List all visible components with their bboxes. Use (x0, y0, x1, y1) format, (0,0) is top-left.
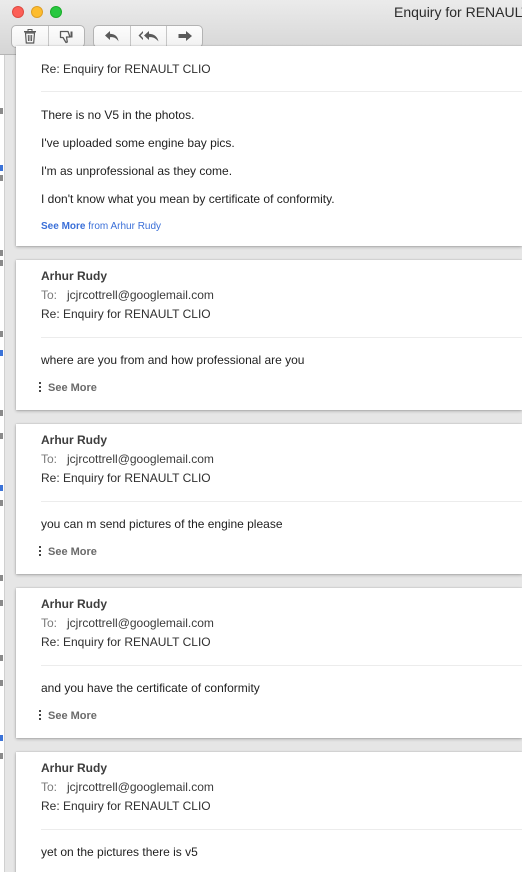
to-label: To: (41, 616, 58, 630)
message-card[interactable]: Arhur Rudy To: jcjrcottrell@googlemail.co… (16, 588, 522, 738)
body-line: I don't know what you mean by certificat… (41, 192, 335, 206)
recipient-address[interactable]: jcjrcottrell@googlemail.com (67, 452, 214, 466)
message-card-expanded[interactable]: Re: Enquiry for RENAULT CLIO There is no… (16, 46, 522, 246)
kebab-icon (39, 710, 41, 720)
message-body: where are you from and how professional … (41, 353, 305, 367)
reply-icon (104, 30, 120, 43)
message-card[interactable]: Arhur Rudy To: jcjrcottrell@googlemail.co… (16, 260, 522, 410)
to-label: To: (41, 452, 58, 466)
list-mark (0, 735, 3, 741)
header-divider (41, 829, 522, 830)
minimize-window-button[interactable] (31, 6, 43, 18)
list-mark (0, 165, 3, 171)
reply-button[interactable] (94, 26, 130, 47)
body-line: I'm as unprofessional as they come. (41, 164, 233, 178)
list-mark (0, 485, 3, 491)
message-list-edge (0, 55, 5, 872)
message-card[interactable]: Arhur Rudy To: jcjrcottrell@googlemail.co… (16, 424, 522, 574)
reply-forward-group (93, 25, 203, 48)
list-mark (0, 500, 3, 506)
mail-window: Enquiry for RENAULT Re: Enquiry for RENA… (0, 0, 522, 872)
sender-name: Arhur Rudy (41, 433, 107, 447)
thumbs-down-icon (59, 30, 74, 44)
recipient-row: To: jcjrcottrell@googlemail.com (41, 780, 214, 794)
list-mark (0, 575, 3, 581)
zoom-window-button[interactable] (50, 6, 62, 18)
kebab-icon (39, 546, 41, 556)
recipient-address[interactable]: jcjrcottrell@googlemail.com (67, 288, 214, 302)
message-card[interactable]: Arhur Rudy To: jcjrcottrell@googlemail.co… (16, 752, 522, 872)
reply-all-button[interactable] (130, 26, 166, 47)
see-more-link[interactable]: See More from Arhur Rudy (41, 221, 161, 232)
header-divider (41, 91, 522, 92)
to-label: To: (41, 780, 58, 794)
list-mark (0, 600, 3, 606)
sender-name: Arhur Rudy (41, 269, 107, 283)
message-subject: Re: Enquiry for RENAULT CLIO (41, 307, 211, 321)
message-subject: Re: Enquiry for RENAULT CLIO (41, 799, 211, 813)
recipient-row: To: jcjrcottrell@googlemail.com (41, 616, 214, 630)
see-more-button[interactable]: See More (39, 546, 97, 558)
message-subject: Re: Enquiry for RENAULT CLIO (41, 471, 211, 485)
list-mark (0, 655, 3, 661)
list-mark (0, 753, 3, 759)
recipient-address[interactable]: jcjrcottrell@googlemail.com (67, 616, 214, 630)
see-more-button[interactable]: See More (39, 382, 97, 394)
header-divider (41, 665, 522, 666)
list-mark (0, 108, 3, 114)
delete-button[interactable] (12, 26, 48, 47)
message-body: and you have the certificate of conformi… (41, 681, 260, 695)
body-line: There is no V5 in the photos. (41, 108, 195, 122)
see-more-label: See More (48, 710, 97, 722)
forward-button[interactable] (166, 26, 202, 47)
see-more-from: from Arhur Rudy (88, 221, 162, 232)
list-mark (0, 331, 3, 337)
header-divider (41, 337, 522, 338)
reply-all-icon (138, 30, 160, 43)
list-mark (0, 350, 3, 356)
message-subject: Re: Enquiry for RENAULT CLIO (41, 635, 211, 649)
trash-icon (23, 29, 37, 44)
window-title: Enquiry for RENAULT (394, 4, 522, 20)
junk-button[interactable] (48, 26, 84, 47)
sender-name: Arhur Rudy (41, 597, 107, 611)
message-body: yet on the pictures there is v5 (41, 845, 198, 859)
body-line: I've uploaded some engine bay pics. (41, 136, 235, 150)
see-more-label[interactable]: See More (41, 221, 85, 232)
see-more-label: See More (48, 382, 97, 394)
list-mark (0, 175, 3, 181)
list-mark (0, 680, 3, 686)
message-subject: Re: Enquiry for RENAULT CLIO (41, 62, 211, 76)
recipient-address[interactable]: jcjrcottrell@googlemail.com (67, 780, 214, 794)
close-window-button[interactable] (12, 6, 24, 18)
forward-icon (177, 30, 193, 43)
message-body: you can m send pictures of the engine pl… (41, 517, 283, 531)
header-divider (41, 501, 522, 502)
window-controls (12, 6, 62, 18)
sender-name: Arhur Rudy (41, 761, 107, 775)
kebab-icon (39, 382, 41, 392)
list-mark (0, 250, 3, 256)
see-more-button[interactable]: See More (39, 710, 97, 722)
list-mark (0, 410, 3, 416)
recipient-row: To: jcjrcottrell@googlemail.com (41, 452, 214, 466)
list-mark (0, 260, 3, 266)
to-label: To: (41, 288, 58, 302)
recipient-row: To: jcjrcottrell@googlemail.com (41, 288, 214, 302)
see-more-label: See More (48, 546, 97, 558)
list-mark (0, 433, 3, 439)
delete-junk-group (11, 25, 85, 48)
